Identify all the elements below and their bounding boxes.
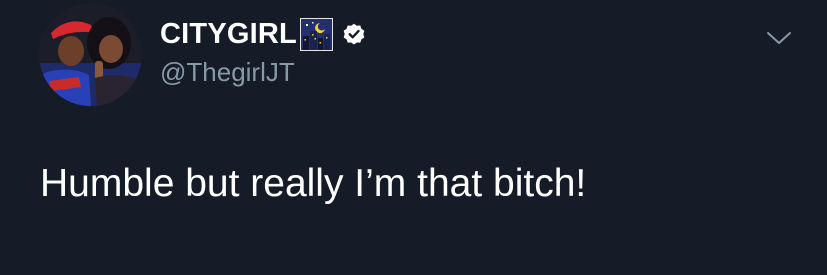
tweet-card: CITYGIRL @ThegirlJT Humble but really I’… xyxy=(0,0,827,275)
avatar-image xyxy=(39,3,142,106)
name-row: CITYGIRL xyxy=(160,14,367,54)
chevron-down-icon[interactable] xyxy=(766,30,792,46)
tweet-header: CITYGIRL @ThegirlJT xyxy=(160,14,367,88)
display-name[interactable]: CITYGIRL xyxy=(160,14,297,54)
handle[interactable]: @ThegirlJT xyxy=(160,56,367,88)
avatar[interactable] xyxy=(39,3,142,106)
verified-badge-icon xyxy=(341,21,367,47)
tweet-text: Humble but really I’m that bitch! xyxy=(40,162,587,205)
night-with-stars-emoji-icon xyxy=(299,17,333,51)
